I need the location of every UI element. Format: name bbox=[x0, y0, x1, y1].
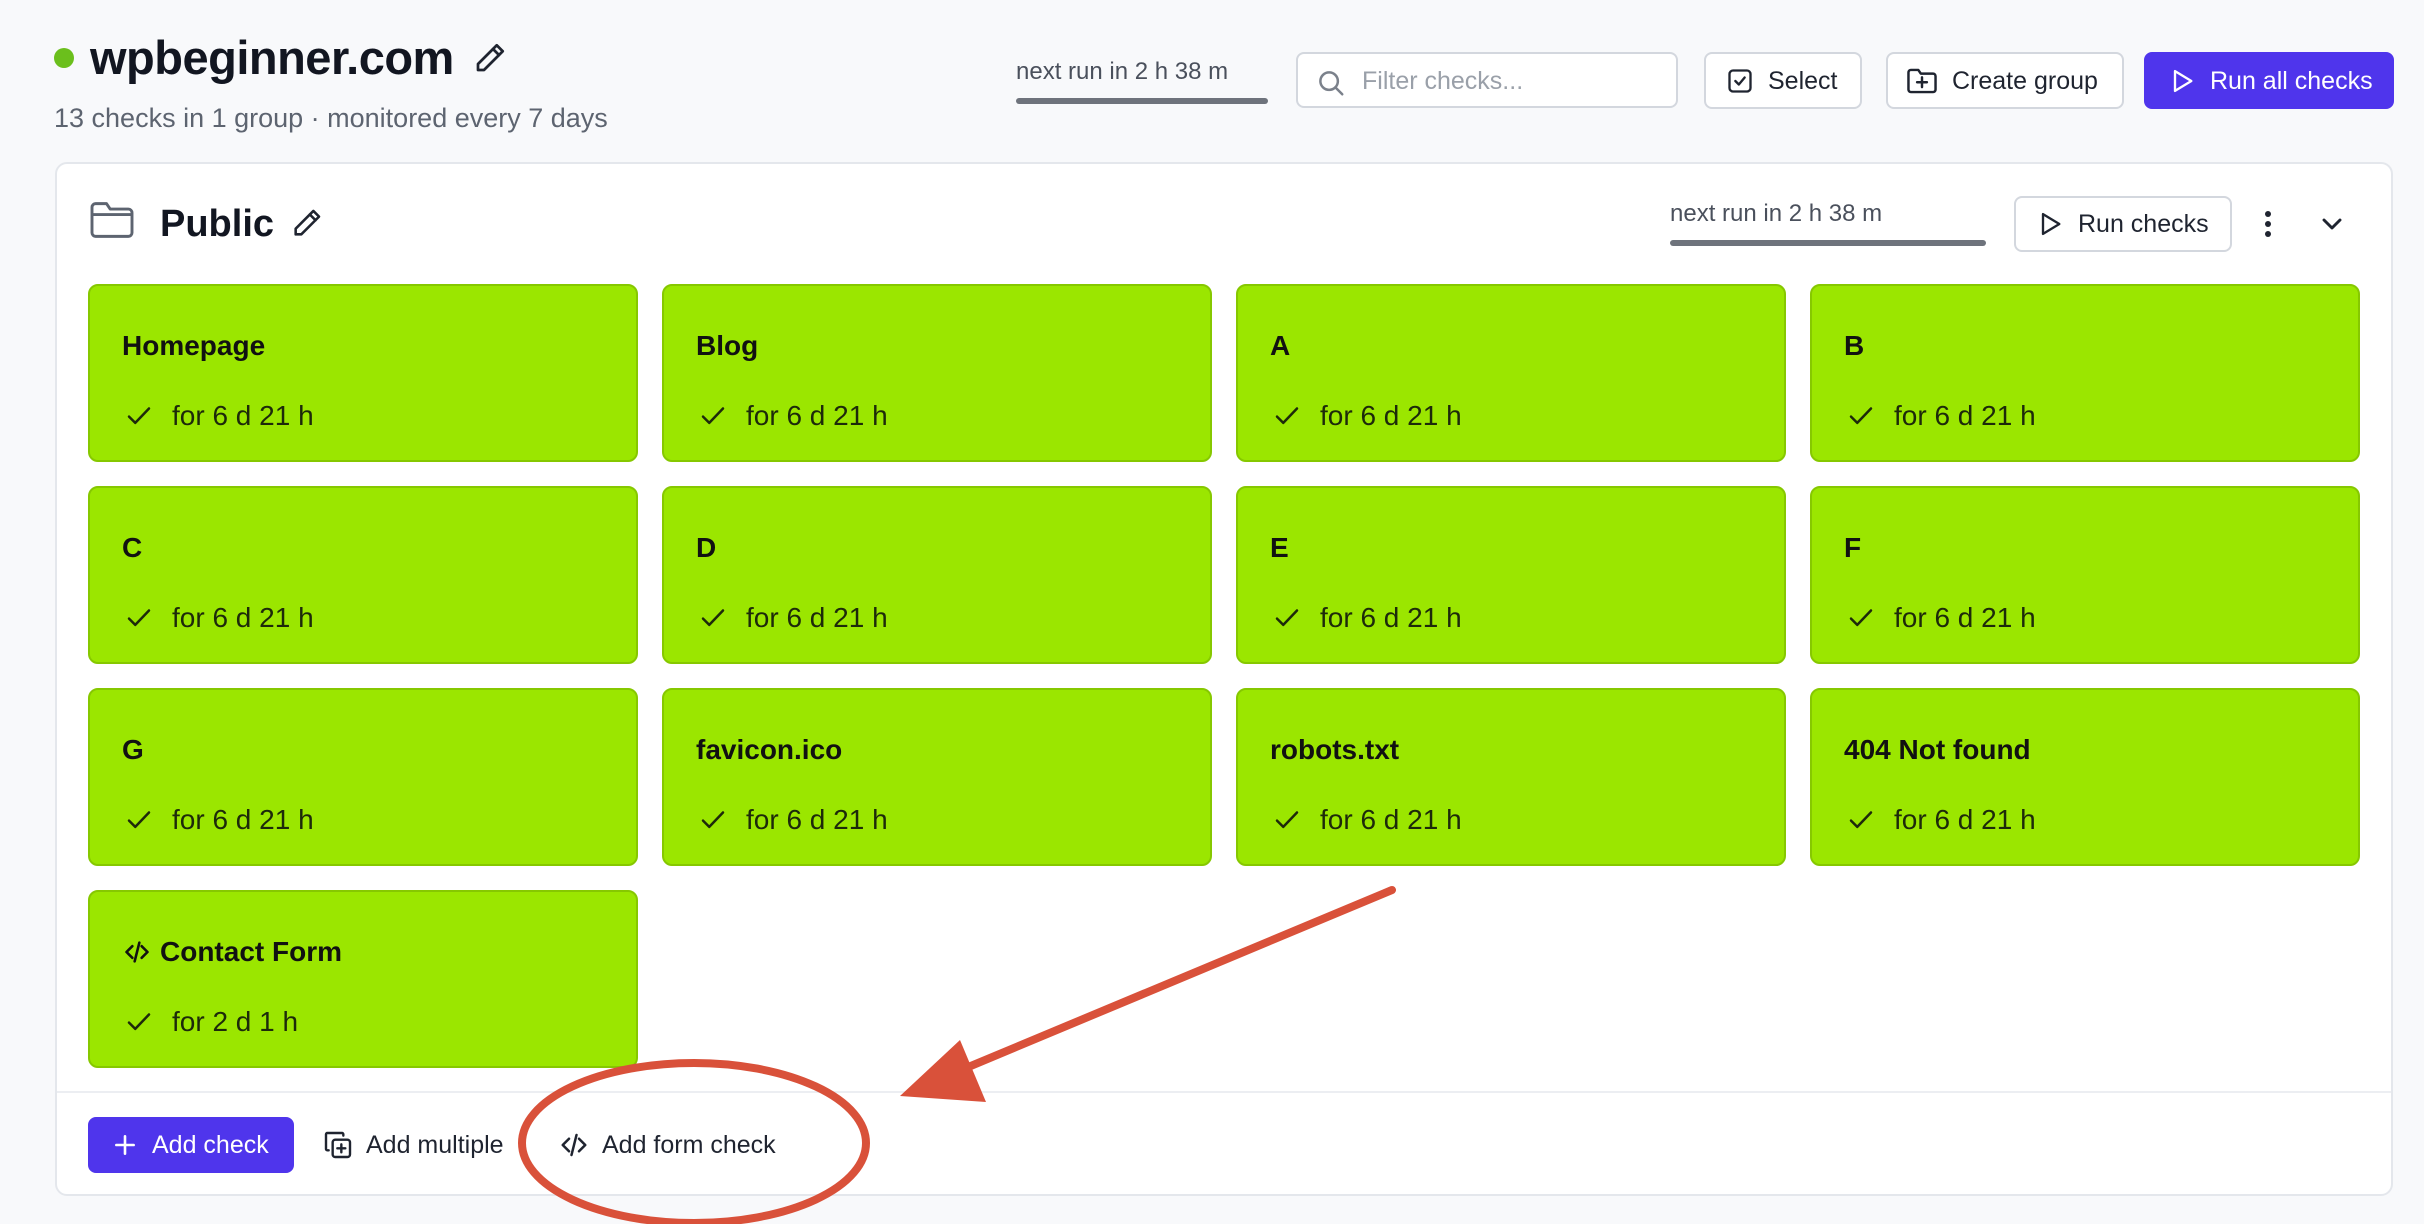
copy-plus-icon bbox=[322, 1129, 354, 1161]
check-tile-f[interactable]: F for 6 d 21 h bbox=[1810, 486, 2360, 664]
chevron-down-icon[interactable] bbox=[2316, 208, 2348, 240]
check-status: for 6 d 21 h bbox=[1320, 804, 1462, 835]
plus-icon bbox=[112, 1132, 138, 1158]
run-checks-button[interactable]: Run checks bbox=[2014, 196, 2232, 252]
check-icon bbox=[698, 401, 728, 431]
check-status: for 6 d 21 h bbox=[1320, 400, 1462, 431]
folder-icon bbox=[88, 200, 136, 240]
check-icon bbox=[124, 1007, 154, 1037]
group-next-run-text: next run in 2 h 38 m bbox=[1670, 200, 1883, 227]
check-name: favicon.ico bbox=[696, 734, 843, 765]
check-icon bbox=[1846, 805, 1876, 835]
check-tile-a[interactable]: A for 6 d 21 h bbox=[1236, 284, 1786, 462]
check-icon bbox=[698, 603, 728, 633]
add-multiple-button[interactable]: Add multiple bbox=[322, 1129, 504, 1161]
check-name: C bbox=[122, 532, 143, 563]
check-tile-404[interactable]: 404 Not found for 6 d 21 h bbox=[1810, 688, 2360, 866]
check-icon bbox=[124, 401, 154, 431]
checkbox-icon bbox=[1726, 67, 1754, 95]
select-button[interactable]: Select bbox=[1704, 52, 1862, 109]
check-icon bbox=[124, 603, 154, 633]
add-check-label: Add check bbox=[152, 1131, 269, 1159]
check-name: Contact Form bbox=[160, 936, 342, 967]
check-icon bbox=[1272, 603, 1302, 633]
check-icon bbox=[1846, 603, 1876, 633]
add-check-button[interactable]: Add check bbox=[88, 1117, 294, 1173]
check-status: for 2 d 1 h bbox=[172, 1006, 299, 1037]
play-icon bbox=[2036, 210, 2064, 238]
group-next-run-timer: next run in 2 h 38 m bbox=[1670, 198, 1986, 246]
add-multiple-label: Add multiple bbox=[366, 1131, 504, 1159]
check-status: for 6 d 21 h bbox=[746, 400, 888, 431]
check-tile-d[interactable]: D for 6 d 21 h bbox=[662, 486, 1212, 664]
run-checks-label: Run checks bbox=[2078, 210, 2209, 238]
code-icon bbox=[558, 1130, 590, 1160]
more-options-icon[interactable] bbox=[2258, 206, 2278, 242]
check-tile-g[interactable]: G for 6 d 21 h bbox=[88, 688, 638, 866]
check-tile-blog[interactable]: Blog for 6 d 21 h bbox=[662, 284, 1212, 462]
check-name: Blog bbox=[696, 330, 759, 361]
check-name: robots.txt bbox=[1270, 734, 1400, 765]
group-title: Public bbox=[160, 203, 275, 245]
play-icon bbox=[2168, 67, 2196, 95]
check-tile-contact-form[interactable]: Contact Form for 2 d 1 h bbox=[88, 890, 638, 1068]
check-status: for 6 d 21 h bbox=[1894, 602, 2036, 633]
filter-checks-input[interactable] bbox=[1360, 62, 1664, 100]
check-status: for 6 d 21 h bbox=[172, 602, 314, 633]
check-icon bbox=[698, 805, 728, 835]
check-tile-favicon[interactable]: favicon.ico for 6 d 21 h bbox=[662, 688, 1212, 866]
group-next-run-progress bbox=[1670, 240, 1986, 246]
check-icon bbox=[124, 805, 154, 835]
check-name: F bbox=[1844, 532, 1862, 563]
check-icon bbox=[1272, 805, 1302, 835]
check-name: 404 Not found bbox=[1844, 734, 2031, 765]
check-status: for 6 d 21 h bbox=[172, 804, 314, 835]
check-status: for 6 d 21 h bbox=[1894, 400, 2036, 431]
next-run-timer: next run in 2 h 38 m bbox=[1016, 56, 1268, 104]
check-name: B bbox=[1844, 330, 1865, 361]
check-name: A bbox=[1270, 330, 1291, 361]
run-all-checks-label: Run all checks bbox=[2210, 66, 2373, 95]
check-status: for 6 d 21 h bbox=[1894, 804, 2036, 835]
check-status: for 6 d 21 h bbox=[1320, 602, 1462, 633]
check-tile-robots[interactable]: robots.txt for 6 d 21 h bbox=[1236, 688, 1786, 866]
check-status: for 6 d 21 h bbox=[746, 804, 888, 835]
check-tile-homepage[interactable]: Homepage for 6 d 21 h bbox=[88, 284, 638, 462]
create-group-button[interactable]: Create group bbox=[1886, 52, 2124, 109]
select-button-label: Select bbox=[1768, 66, 1838, 95]
pencil-icon[interactable] bbox=[290, 206, 324, 240]
site-title: wpbeginner.com bbox=[90, 31, 454, 84]
folder-plus-icon bbox=[1906, 67, 1938, 95]
add-form-check-label: Add form check bbox=[602, 1131, 776, 1159]
check-name: G bbox=[122, 734, 144, 765]
create-group-label: Create group bbox=[1952, 66, 2098, 95]
next-run-progress bbox=[1016, 98, 1268, 104]
check-tile-c[interactable]: C for 6 d 21 h bbox=[88, 486, 638, 664]
check-icon bbox=[1846, 401, 1876, 431]
check-name: D bbox=[696, 532, 717, 563]
check-tile-e[interactable]: E for 6 d 21 h bbox=[1236, 486, 1786, 664]
check-tile-b[interactable]: B for 6 d 21 h bbox=[1810, 284, 2360, 462]
check-status: for 6 d 21 h bbox=[746, 602, 888, 633]
check-name: E bbox=[1270, 532, 1289, 563]
site-subtitle: 13 checks in 1 group · monitored every 7… bbox=[54, 103, 608, 133]
pencil-icon[interactable] bbox=[472, 40, 508, 76]
search-icon bbox=[1316, 68, 1346, 98]
filter-checks-field[interactable] bbox=[1296, 52, 1678, 108]
code-icon bbox=[122, 938, 152, 966]
next-run-text: next run in 2 h 38 m bbox=[1016, 58, 1229, 85]
run-all-checks-button[interactable]: Run all checks bbox=[2144, 52, 2394, 109]
check-icon bbox=[1272, 401, 1302, 431]
check-status: for 6 d 21 h bbox=[172, 400, 314, 431]
site-status-dot bbox=[54, 48, 74, 68]
group-footer-divider bbox=[57, 1091, 2391, 1093]
add-form-check-button[interactable]: Add form check bbox=[558, 1129, 776, 1161]
check-name: Homepage bbox=[122, 330, 266, 361]
